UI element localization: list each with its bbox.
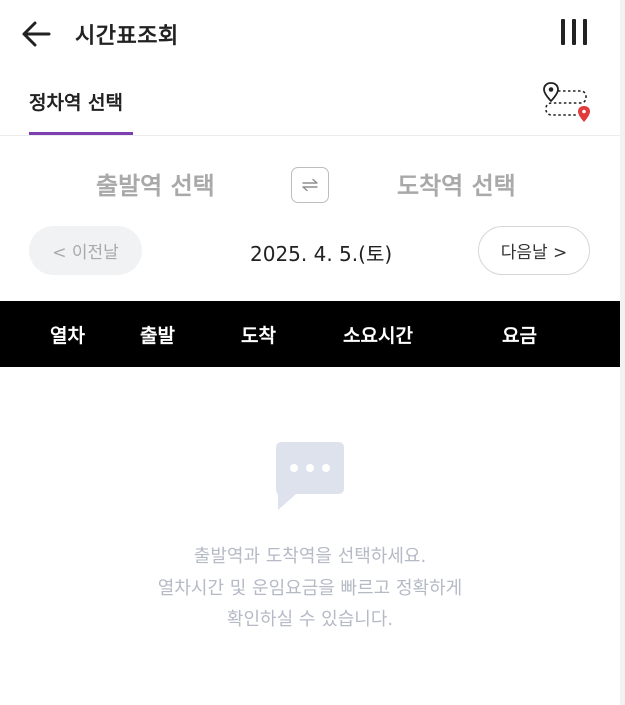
- tab-active-indicator: [29, 132, 133, 135]
- column-fare: 요금: [502, 325, 537, 347]
- column-train: 열차: [50, 325, 85, 347]
- arrow-left-icon: [22, 21, 51, 47]
- scrollbar[interactable]: [620, 0, 625, 705]
- column-departure: 출발: [140, 325, 175, 347]
- app-header: 시간표조회: [0, 0, 620, 68]
- station-select-row: 출발역 선택 도착역 선택: [0, 150, 620, 220]
- empty-message-line-2: 열차시간 및 운임요금을 빠르고 정확하게: [157, 578, 463, 599]
- bars-icon: [561, 19, 565, 45]
- route-map-icon: [543, 82, 590, 122]
- tab-bar: 정차역 선택: [0, 68, 620, 136]
- next-day-button[interactable]: 다음날 >: [478, 226, 590, 275]
- column-arrival: 도착: [241, 325, 276, 347]
- empty-state: 출발역과 도착역을 선택하세요. 열차시간 및 운임요금을 빠르고 정확하게 확…: [0, 440, 620, 640]
- page-title: 시간표조회: [75, 24, 179, 49]
- chat-bubble-icon: [276, 442, 344, 510]
- swap-stations-button[interactable]: [291, 167, 329, 203]
- empty-message-line-3: 확인하실 수 있습니다.: [226, 609, 394, 630]
- back-button[interactable]: [18, 16, 54, 52]
- tab-stop-station-select[interactable]: 정차역 선택: [29, 88, 123, 115]
- swap-icon: [302, 178, 318, 192]
- departure-station-select[interactable]: 출발역 선택: [96, 166, 215, 201]
- timetable-header: 열차 출발 도착 소요시간 요금: [0, 301, 620, 367]
- menu-button[interactable]: [556, 16, 592, 52]
- previous-day-button[interactable]: < 이전날: [29, 226, 142, 275]
- empty-message-line-1: 출발역과 도착역을 선택하세요.: [193, 546, 427, 567]
- route-map-button[interactable]: [542, 80, 594, 126]
- arrival-station-select[interactable]: 도착역 선택: [397, 166, 516, 201]
- column-duration: 소요시간: [343, 325, 413, 347]
- selected-date: 2025. 4. 5.(토): [250, 242, 393, 266]
- date-navigation: < 이전날 2025. 4. 5.(토) 다음날 >: [0, 226, 620, 276]
